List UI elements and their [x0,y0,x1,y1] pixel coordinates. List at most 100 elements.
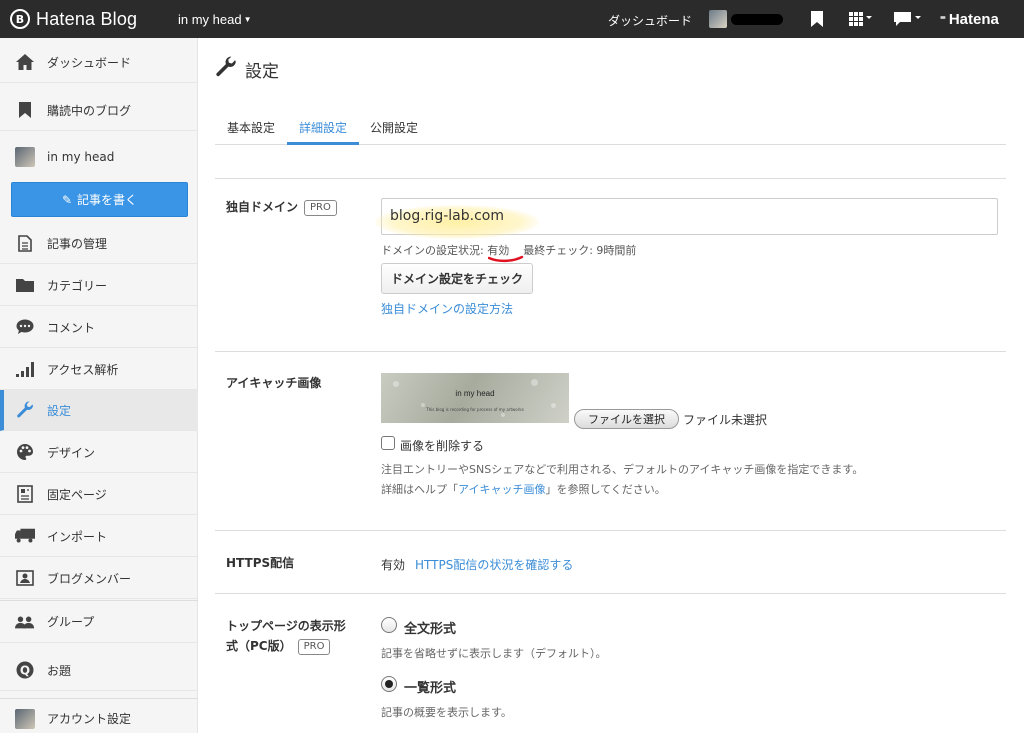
domain-help-link[interactable]: 独自ドメインの設定方法 [381,300,513,317]
pro-badge: PRO [304,200,337,216]
user-avatar[interactable] [709,10,727,28]
hatena-logo[interactable]: ⁼ Hatena [940,11,999,28]
tab-basic[interactable]: 基本設定 [215,115,287,145]
divider [215,593,1006,594]
toppage-label-line1: トップページの表示形 [226,619,346,633]
settings-main: 設定 基本設定 詳細設定 公開設定 独自ドメイン PRO blog.rig-lab… [198,38,1024,733]
eyecatch-image: in my head This blog is recording for pr… [381,373,569,423]
choose-file-button[interactable]: ファイルを選択 [574,409,679,429]
comment-icon [15,317,35,337]
dashboard-link[interactable]: ダッシュボード [608,12,692,29]
bar-chart-icon [15,359,35,379]
svg-text:Q: Q [20,664,30,678]
home-icon [15,52,35,72]
sidebar-item-design[interactable]: デザイン [0,432,198,473]
radio-list-label[interactable]: 一覧形式 [404,677,456,696]
sidebar-item-analytics[interactable]: アクセス解析 [0,349,198,390]
radio-full-text-label[interactable]: 全文形式 [404,618,456,637]
domain-last-check: 最終チェック: 9時間前 [523,244,637,257]
eyecatch-help-link[interactable]: アイキャッチ画像 [458,483,545,496]
grid-menu-icon[interactable] [849,10,873,28]
sidebar-item-label: ダッシュボード [47,55,132,70]
sidebar-item-label: デザイン [47,445,96,460]
https-check-link[interactable]: HTTPS配信の状況を確認する [415,558,573,572]
radio-list[interactable] [381,676,397,692]
sidebar-item-settings[interactable]: 設定 [0,390,198,431]
group-icon [15,612,35,632]
custom-domain-value: blog.rig-lab.com [390,208,504,224]
account-avatar-icon [15,708,35,729]
truck-icon [15,526,35,546]
custom-domain-label: 独自ドメイン PRO [226,197,337,217]
settings-tabs: 基本設定 詳細設定 公開設定 [215,115,1006,145]
tab-publish[interactable]: 公開設定 [358,115,430,145]
divider [215,351,1006,352]
write-article-label: 記事を書く [77,193,138,207]
pro-badge: PRO [297,639,331,655]
hatena-blog-logo[interactable]: B Hatena Blog [10,8,137,30]
toppage-label: トップページの表示形 式（PC版） PRO [226,616,346,656]
sidebar-item-group[interactable]: グループ [0,600,198,643]
page-title: 設定 [215,56,279,83]
write-article-button[interactable]: ✎ 記事を書く [11,182,188,217]
pencil-icon: ✎ [61,192,73,207]
page-icon [15,484,35,504]
sidebar-item-label: インポート [47,529,108,544]
sidebar: ダッシュボード 購読中のブログ in my head ✎ 記事を書く 記事の管理… [0,38,198,733]
user-name-redacted[interactable] [731,14,783,25]
file-status: ファイル未選択 [683,413,768,427]
question-icon: Q [15,660,35,680]
list-description: 記事の概要を表示します。 [381,706,512,719]
toppage-label-line2: 式（PC版） [226,639,292,653]
custom-domain-label-text: 独自ドメイン [226,200,299,214]
document-icon [15,233,35,253]
eyecatch-help-2: 詳細はヘルプ「アイキャッチ画像」を参照してください。 [381,481,666,497]
sidebar-item-label: グループ [47,615,95,629]
eyecatch-image-subtitle: This blog is recording for process of my… [426,407,524,412]
domain-status-prefix: ドメインの設定状況: [381,244,488,257]
sidebar-item-label: in my head [47,149,115,164]
sidebar-item-label: ブログメンバー [47,571,132,586]
caret-down-icon: ▼ [243,15,252,24]
delete-image-label[interactable]: 画像を削除する [400,437,484,454]
sidebar-item-subscriptions[interactable]: 購読中のブログ [0,90,198,131]
delete-image-checkbox[interactable] [381,436,395,450]
divider [215,530,1006,531]
sidebar-item-articles[interactable]: 記事の管理 [0,223,198,264]
logo-text: Hatena Blog [36,8,138,29]
hatena-mark-icon: ⁼ [940,14,946,26]
tab-advanced[interactable]: 詳細設定 [287,115,360,145]
wrench-icon [15,400,35,420]
https-status: 有効 HTTPS配信の状況を確認する [381,556,573,573]
bookmark-icon[interactable] [811,10,823,28]
page-title-text: 設定 [245,62,279,82]
divider [215,178,1006,179]
eyecatch-help-suffix: 」を参照してください。 [545,483,666,496]
sidebar-item-members[interactable]: ブログメンバー [0,558,198,599]
sidebar-item-dashboard[interactable]: ダッシュボード [0,42,198,83]
blog-selector[interactable]: in my head ▼ [178,12,252,27]
sidebar-item-label: カテゴリー [47,278,108,293]
full-text-description: 記事を省略せずに表示します（デフォルト）。 [381,647,607,660]
sidebar-item-label: コメント [47,320,96,335]
sidebar-item-import[interactable]: インポート [0,516,198,557]
eyecatch-help-prefix: 詳細はヘルプ「 [381,483,458,496]
palette-icon [15,442,35,462]
sidebar-item-account[interactable]: アカウント設定 [0,698,198,733]
sidebar-item-category[interactable]: カテゴリー [0,265,198,306]
eyecatch-help-1: 注目エントリーやSNSシェアなどで利用される、デフォルトのアイキャッチ画像を指定… [381,463,864,476]
notification-icon[interactable] [894,10,922,28]
sidebar-item-comments[interactable]: コメント [0,307,198,348]
sidebar-item-static-pages[interactable]: 固定ページ [0,474,198,515]
sidebar-item-label: 購読中のブログ [47,103,132,118]
check-domain-button[interactable]: ドメイン設定をチェック [381,263,533,294]
wrench-icon [215,56,237,83]
member-icon [15,568,35,588]
sidebar-item-theme[interactable]: Q お題 [0,650,198,691]
radio-full-text[interactable] [381,617,397,633]
sidebar-item-label: お題 [47,663,72,678]
sidebar-item-blog[interactable]: in my head [0,136,198,177]
eyecatch-image-title: in my head [455,389,495,398]
sidebar-item-label: 記事の管理 [47,236,108,251]
top-navbar: B Hatena Blog in my head ▼ ダッシュボード ⁼ Hate… [0,0,1024,38]
